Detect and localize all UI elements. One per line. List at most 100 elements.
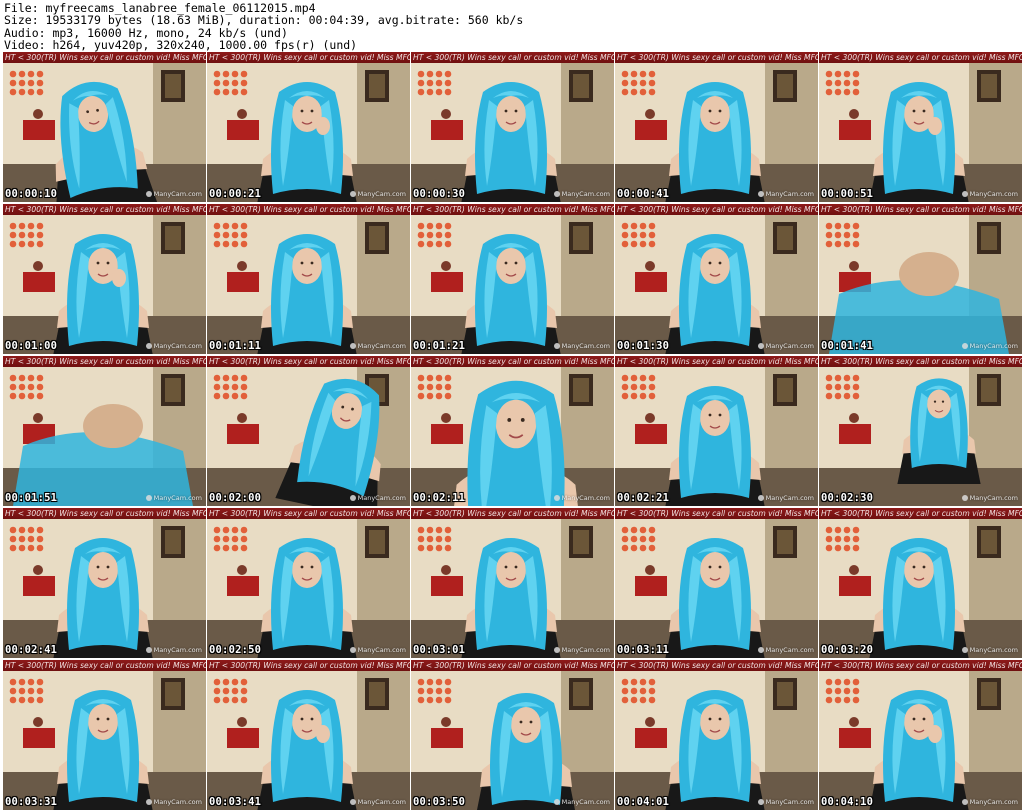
video-thumbnail: HT < 300(TR) Wins sexy call or custom vi…	[615, 204, 818, 354]
manycam-watermark: ManyCam.com	[757, 494, 814, 502]
manycam-logo-icon	[757, 647, 764, 653]
watermark-label: ManyCam.com	[969, 190, 1018, 198]
thumbnail-timestamp: 00:03:50	[413, 796, 466, 808]
manycam-watermark: ManyCam.com	[553, 798, 610, 806]
video-thumbnail: HT < 300(TR) Wins sexy call or custom vi…	[3, 356, 206, 506]
stream-banner: HT < 300(TR) Wins sexy call or custom vi…	[411, 204, 614, 215]
video-thumbnail: HT < 300(TR) Wins sexy call or custom vi…	[411, 356, 614, 506]
stream-banner: HT < 300(TR) Wins sexy call or custom vi…	[615, 204, 818, 215]
watermark-label: ManyCam.com	[561, 342, 610, 350]
manycam-watermark: ManyCam.com	[757, 798, 814, 806]
watermark-label: ManyCam.com	[765, 798, 814, 806]
stream-banner: HT < 300(TR) Wins sexy call or custom vi…	[3, 660, 206, 671]
video-thumbnail: HT < 300(TR) Wins sexy call or custom vi…	[3, 660, 206, 810]
thumbnail-timestamp: 00:00:10	[5, 188, 58, 200]
watermark-label: ManyCam.com	[969, 342, 1018, 350]
manycam-logo-icon	[961, 495, 968, 501]
manycam-logo-icon	[145, 799, 152, 805]
thumbnail-timestamp: 00:01:30	[617, 340, 670, 352]
manycam-logo-icon	[145, 495, 152, 501]
video-thumbnail: HT < 300(TR) Wins sexy call or custom vi…	[819, 52, 1022, 202]
thumbnail-frame-image	[615, 508, 818, 658]
manycam-logo-icon	[349, 343, 356, 349]
manycam-watermark: ManyCam.com	[757, 646, 814, 654]
thumbnail-frame-image	[3, 52, 206, 202]
thumbnail-timestamp: 00:03:01	[413, 644, 466, 656]
video-thumbnail: HT < 300(TR) Wins sexy call or custom vi…	[819, 356, 1022, 506]
watermark-label: ManyCam.com	[969, 798, 1018, 806]
watermark-label: ManyCam.com	[357, 190, 406, 198]
thumbnail-timestamp: 00:01:00	[5, 340, 58, 352]
manycam-watermark: ManyCam.com	[349, 494, 406, 502]
watermark-label: ManyCam.com	[153, 646, 202, 654]
watermark-label: ManyCam.com	[561, 798, 610, 806]
stream-banner: HT < 300(TR) Wins sexy call or custom vi…	[411, 356, 614, 367]
manycam-logo-icon	[757, 799, 764, 805]
thumbnail-frame-image	[3, 204, 206, 354]
stream-banner: HT < 300(TR) Wins sexy call or custom vi…	[207, 204, 410, 215]
thumbnail-timestamp: 00:00:41	[617, 188, 670, 200]
thumbnail-frame-image	[207, 356, 410, 506]
thumbnail-timestamp: 00:02:41	[5, 644, 58, 656]
manycam-watermark: ManyCam.com	[349, 342, 406, 350]
manycam-watermark: ManyCam.com	[349, 798, 406, 806]
video-thumbnail: HT < 300(TR) Wins sexy call or custom vi…	[615, 660, 818, 810]
manycam-watermark: ManyCam.com	[961, 342, 1018, 350]
stream-banner: HT < 300(TR) Wins sexy call or custom vi…	[207, 660, 410, 671]
manycam-watermark: ManyCam.com	[961, 494, 1018, 502]
stream-banner: HT < 300(TR) Wins sexy call or custom vi…	[819, 356, 1022, 367]
thumbnail-frame-image	[411, 508, 614, 658]
thumbnail-frame-image	[819, 204, 1022, 354]
stream-banner: HT < 300(TR) Wins sexy call or custom vi…	[819, 52, 1022, 63]
video-thumbnail: HT < 300(TR) Wins sexy call or custom vi…	[411, 204, 614, 354]
manycam-logo-icon	[961, 799, 968, 805]
thumbnail-frame-image	[3, 508, 206, 658]
manycam-logo-icon	[349, 495, 356, 501]
thumbnail-frame-image	[411, 204, 614, 354]
manycam-watermark: ManyCam.com	[553, 190, 610, 198]
watermark-label: ManyCam.com	[153, 494, 202, 502]
thumbnail-timestamp: 00:00:30	[413, 188, 466, 200]
stream-banner: HT < 300(TR) Wins sexy call or custom vi…	[819, 204, 1022, 215]
manycam-watermark: ManyCam.com	[145, 798, 202, 806]
thumbnail-frame-image	[615, 204, 818, 354]
stream-banner: HT < 300(TR) Wins sexy call or custom vi…	[411, 508, 614, 519]
video-thumbnail: HT < 300(TR) Wins sexy call or custom vi…	[207, 204, 410, 354]
thumbnail-timestamp: 00:03:20	[821, 644, 874, 656]
video-thumbnail: HT < 300(TR) Wins sexy call or custom vi…	[819, 508, 1022, 658]
video-thumbnail: HT < 300(TR) Wins sexy call or custom vi…	[3, 508, 206, 658]
manycam-logo-icon	[349, 191, 356, 197]
stream-banner: HT < 300(TR) Wins sexy call or custom vi…	[3, 52, 206, 63]
manycam-watermark: ManyCam.com	[553, 494, 610, 502]
thumbnail-timestamp: 00:00:51	[821, 188, 874, 200]
manycam-logo-icon	[757, 343, 764, 349]
stream-banner: HT < 300(TR) Wins sexy call or custom vi…	[411, 660, 614, 671]
watermark-label: ManyCam.com	[765, 646, 814, 654]
thumbnail-timestamp: 00:02:30	[821, 492, 874, 504]
watermark-label: ManyCam.com	[357, 798, 406, 806]
video-thumbnail: HT < 300(TR) Wins sexy call or custom vi…	[411, 508, 614, 658]
thumbnail-frame-image	[207, 660, 410, 810]
thumbnail-timestamp: 00:01:41	[821, 340, 874, 352]
manycam-logo-icon	[145, 647, 152, 653]
thumbnail-timestamp: 00:03:11	[617, 644, 670, 656]
stream-banner: HT < 300(TR) Wins sexy call or custom vi…	[207, 508, 410, 519]
thumbnail-timestamp: 00:01:11	[209, 340, 262, 352]
stream-banner: HT < 300(TR) Wins sexy call or custom vi…	[411, 52, 614, 63]
thumbnail-frame-image	[819, 508, 1022, 658]
thumbnail-frame-image	[819, 356, 1022, 506]
manycam-watermark: ManyCam.com	[757, 190, 814, 198]
video-thumbnail: HT < 300(TR) Wins sexy call or custom vi…	[819, 660, 1022, 810]
stream-banner: HT < 300(TR) Wins sexy call or custom vi…	[615, 52, 818, 63]
thumbnail-timestamp: 00:04:01	[617, 796, 670, 808]
video-thumbnail: HT < 300(TR) Wins sexy call or custom vi…	[3, 204, 206, 354]
manycam-watermark: ManyCam.com	[145, 342, 202, 350]
watermark-label: ManyCam.com	[561, 190, 610, 198]
thumbnail-timestamp: 00:02:11	[413, 492, 466, 504]
thumbnail-timestamp: 00:03:41	[209, 796, 262, 808]
manycam-watermark: ManyCam.com	[757, 342, 814, 350]
thumbnail-timestamp: 00:01:21	[413, 340, 466, 352]
file-info-header: File: myfreecams_lanabree_female_0611201…	[4, 2, 1014, 52]
manycam-logo-icon	[757, 191, 764, 197]
thumbnail-timestamp: 00:03:31	[5, 796, 58, 808]
